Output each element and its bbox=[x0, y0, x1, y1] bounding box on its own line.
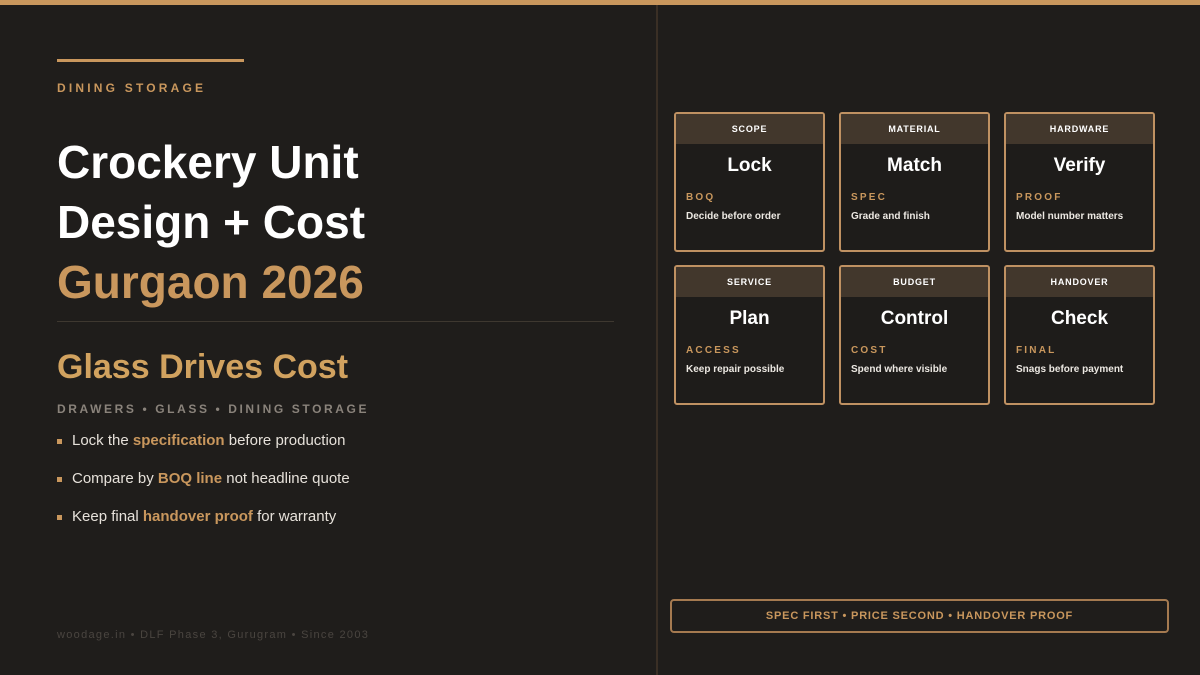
card-description: Decide before order bbox=[686, 211, 781, 222]
bullet-text: for warranty bbox=[252, 508, 337, 525]
card-hardware: HARDWARE Verify PROOF Model number matte… bbox=[1004, 112, 1155, 252]
card-title: Verify bbox=[1053, 155, 1106, 176]
page-title: Crockery Unit Design + Cost Gurgaon 2026 bbox=[57, 132, 365, 312]
card-label: COST bbox=[851, 345, 888, 356]
bottom-banner: SPEC FIRST • PRICE SECOND • HANDOVER PRO… bbox=[670, 599, 1169, 633]
square-bullet-icon bbox=[57, 477, 62, 482]
vertical-divider bbox=[656, 5, 658, 675]
bullet-item: Compare by BOQ line not headline quote bbox=[57, 468, 350, 506]
card-header: HARDWARE bbox=[1006, 114, 1153, 144]
card-title: Check bbox=[1050, 308, 1109, 329]
bullet-emphasis: handover proof bbox=[142, 508, 253, 525]
kicker-label: DINING STORAGE bbox=[57, 81, 207, 95]
card-title: Lock bbox=[727, 155, 772, 176]
accent-line bbox=[57, 59, 244, 62]
card-header: MATERIAL bbox=[841, 114, 988, 144]
card-material: MATERIAL Match SPEC Grade and finish bbox=[839, 112, 990, 252]
bullet-list: Lock the specification before production… bbox=[57, 430, 350, 544]
card-header: HANDOVER bbox=[1006, 267, 1153, 297]
card-header: SCOPE bbox=[676, 114, 823, 144]
bullet-item: Keep final handover proof for warranty bbox=[57, 506, 350, 544]
card-description: Model number matters bbox=[1016, 211, 1124, 222]
bullet-emphasis: BOQ line bbox=[157, 470, 223, 487]
card-label: ACCESS bbox=[686, 345, 741, 356]
square-bullet-icon bbox=[57, 515, 62, 520]
title-line-3: Gurgaon 2026 bbox=[57, 256, 364, 308]
card-label: SPEC bbox=[851, 192, 888, 203]
card-title: Match bbox=[887, 155, 942, 176]
bullet-text: Lock the bbox=[72, 432, 133, 449]
card-header: SERVICE bbox=[676, 267, 823, 297]
horizontal-rule bbox=[57, 321, 614, 322]
card-description: Spend where visible bbox=[851, 364, 948, 375]
title-line-2: Design + Cost bbox=[57, 196, 366, 248]
bullet-text: not headline quote bbox=[222, 470, 350, 487]
subheading: Glass Drives Cost bbox=[57, 348, 349, 386]
card-description: Keep repair possible bbox=[686, 364, 785, 375]
card-handover: HANDOVER Check FINAL Snags before paymen… bbox=[1004, 265, 1155, 405]
card-title: Plan bbox=[729, 308, 770, 329]
tagline: DRAWERS • GLASS • DINING STORAGE bbox=[57, 402, 370, 416]
card-label: FINAL bbox=[1016, 345, 1057, 356]
bullet-text: Keep final bbox=[72, 508, 143, 525]
card-header: BUDGET bbox=[841, 267, 988, 297]
footer-text: woodage.in • DLF Phase 3, Gurugram • Sin… bbox=[57, 629, 370, 641]
square-bullet-icon bbox=[57, 439, 62, 444]
card-label: PROOF bbox=[1016, 192, 1063, 203]
card-description: Grade and finish bbox=[851, 211, 930, 222]
title-line-1: Crockery Unit bbox=[57, 136, 359, 188]
card-service: SERVICE Plan ACCESS Keep repair possible bbox=[674, 265, 825, 405]
left-panel: DINING STORAGE Crockery Unit Design + Co… bbox=[57, 0, 617, 675]
bullet-text: Compare by bbox=[72, 470, 158, 487]
card-scope: SCOPE Lock BOQ Decide before order bbox=[674, 112, 825, 252]
bullet-item: Lock the specification before production bbox=[57, 430, 350, 468]
card-budget: BUDGET Control COST Spend where visible bbox=[839, 265, 990, 405]
bullet-emphasis: specification bbox=[132, 432, 225, 449]
card-description: Snags before payment bbox=[1016, 364, 1124, 375]
card-label: BOQ bbox=[686, 192, 716, 203]
card-title: Control bbox=[880, 308, 949, 329]
bullet-text: before production bbox=[224, 432, 346, 449]
